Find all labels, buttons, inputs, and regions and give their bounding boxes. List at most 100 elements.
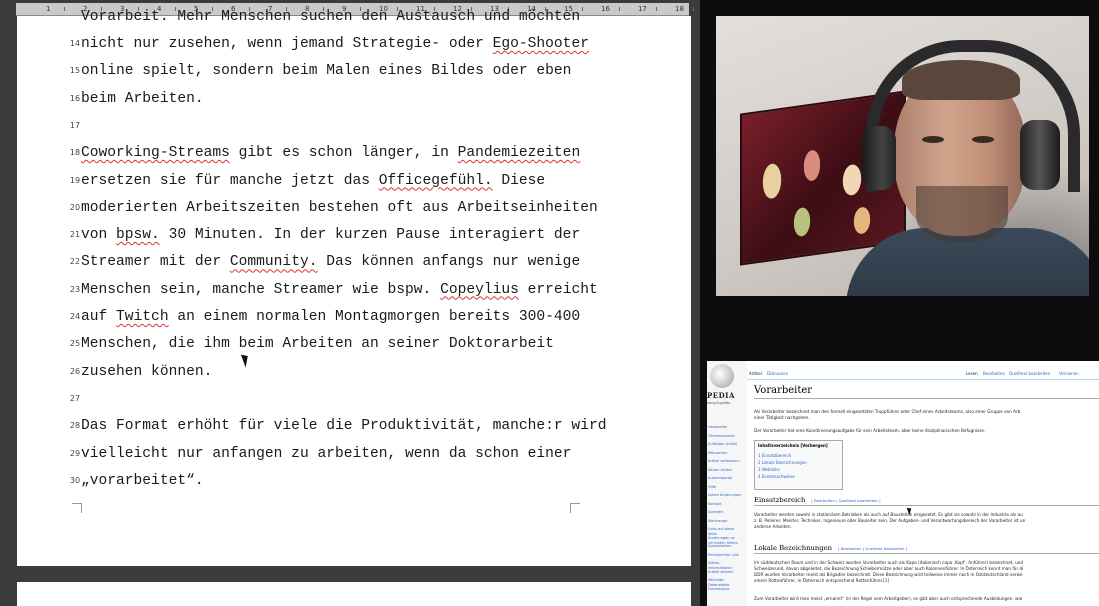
- text-segment: „vorarbeitet“.: [81, 472, 204, 489]
- text-segment: Diese: [492, 172, 546, 189]
- article-intro-cont: einer Tätigkeit nachgehen.: [754, 415, 810, 420]
- document-line[interactable]: 30 „vorarbeitet“.: [17, 471, 691, 491]
- line-text: vielleicht nur anfangen zu arbeiten, wen…: [81, 444, 571, 464]
- text-segment: moderierten Arbeitszeiten bestehen oft a…: [81, 199, 598, 216]
- text-segment: zusehen können.: [81, 363, 213, 380]
- text-segment: Menschen, die ihm beim Arbeiten an seine…: [81, 336, 554, 353]
- line-number: 27: [69, 393, 81, 403]
- document-line[interactable]: 27: [17, 389, 691, 409]
- tab-artikel[interactable]: Artikel: [749, 371, 762, 376]
- heading-text: Einsatzbereich: [754, 496, 806, 504]
- text-segment: ersetzen sie für manche jetzt das: [81, 172, 379, 189]
- section-text: anderen Arbeiten.: [754, 524, 792, 529]
- sidebar-link[interactable]: Zufälliger Artikel: [708, 442, 744, 447]
- wikipedia-globe-icon[interactable]: [710, 364, 734, 388]
- line-text: auf Twitch an einem normalen Montagmorge…: [81, 307, 580, 327]
- text-segment: Menschen sein, manche Streamer wie bspw.: [81, 281, 441, 298]
- line-text: Menschen, die ihm beim Arbeiten an seine…: [81, 334, 554, 354]
- ruler-tick: [582, 7, 583, 11]
- sidebar-link[interactable]: Artikel verbessern: [708, 459, 744, 464]
- text-segment: nicht nur zusehen, wenn jemand Strategie…: [81, 36, 493, 52]
- spellcheck-word: Coworking-Streams: [81, 145, 230, 162]
- sidebar-link[interactable]: Werkzeuge: [708, 519, 744, 524]
- edit-link[interactable]: [ Bearbeiten | Quelltext bearbeiten ]: [811, 498, 880, 503]
- sidebar-link[interactable]: Hauptseite: [708, 425, 744, 430]
- document-line[interactable]: 25 Menschen, die ihm beim Arbeiten an sei…: [17, 334, 691, 354]
- toc-item[interactable]: 3 Weblinks: [758, 467, 780, 472]
- ruler-tick: [619, 7, 620, 11]
- toc-item[interactable]: 4 Einzelnachweise: [758, 474, 795, 479]
- tab-versionen[interactable]: Versionen: [1059, 371, 1079, 376]
- text-segment: von: [81, 227, 117, 244]
- sidebar-link[interactable]: Kontakt: [708, 502, 744, 507]
- sidebar-link[interactable]: Autorenportal: [708, 476, 744, 481]
- sidebar-link[interactable]: Themenportale: [708, 434, 744, 439]
- document-line[interactable]: 19 ersetzen sie für manche jetzt das Offi…: [17, 171, 691, 191]
- document-line[interactable]: 26 zusehen können.: [17, 362, 691, 382]
- document-line[interactable]: 14 nicht nur zusehen, wenn jemand Strateg…: [17, 34, 691, 54]
- line-text: „vorarbeitet“.: [81, 471, 204, 491]
- text-segment: erreicht: [518, 281, 598, 298]
- text-segment: an einem normalen Montagmorgen bereits 3…: [168, 309, 581, 325]
- wikipedia-tabs: Artikel Diskussion Lesen Bearbeiten Quel…: [747, 369, 1099, 380]
- line-text: von bpsw. 30 Minuten. In der kurzen Paus…: [81, 225, 580, 245]
- document-line[interactable]: 23 Menschen sein, manche Streamer wie bsp…: [17, 280, 691, 300]
- spellcheck-word: Ego-Shooter: [492, 36, 589, 52]
- page-margin-corner-right: [570, 503, 580, 513]
- article-intro-2: Der Vorarbeiter hat eine Koordinierungsa…: [754, 428, 986, 433]
- toc-item[interactable]: 2 Lokale Bezeichnungen: [758, 460, 807, 465]
- tab-diskussion[interactable]: Diskussion: [767, 371, 788, 376]
- line-text: nicht nur zusehen, wenn jemand Strategie…: [81, 34, 589, 54]
- text-segment: Das Format erhöht für viele die Produkti…: [81, 418, 607, 435]
- wikipedia-logo-text: PEDIA: [707, 391, 735, 400]
- line-text: Das Format erhöht für viele die Produkti…: [81, 416, 606, 436]
- document-line[interactable]: 22 Streamer mit der Community. Das können…: [17, 252, 691, 272]
- sidebar-link[interactable]: Letzte Änderungen: [708, 493, 744, 498]
- line-text: Coworking-Streams gibt es schon länger, …: [81, 143, 580, 163]
- toc-item[interactable]: 1 Einsatzbereich: [758, 453, 791, 458]
- document-page[interactable]: Vorarbeit. Mehr Menschen suchen den Aust…: [17, 9, 691, 566]
- webcam-person-beard: [916, 186, 1008, 242]
- sidebar-link[interactable]: Druckexport: [708, 587, 744, 592]
- sidebar-link[interactable]: Neuen Artikel: [708, 468, 744, 473]
- sidebar-link[interactable]: Spenden: [708, 510, 744, 515]
- line-text: moderierten Arbeitszeiten bestehen oft a…: [81, 198, 598, 218]
- sidebar-link[interactable]: Permanenter Link: [708, 553, 744, 558]
- headphone-cup-left: [862, 126, 896, 190]
- toc-title[interactable]: Inhaltsverzeichnis [Verbergen]: [758, 443, 828, 448]
- sidebar-link[interactable]: Mitmachen: [708, 451, 744, 456]
- line-text: Menschen sein, manche Streamer wie bspw.…: [81, 280, 598, 300]
- section-text: einem Rottenführer, in Österreich entspr…: [754, 578, 890, 583]
- document-page-next[interactable]: [17, 582, 691, 606]
- line-text: beim Arbeiten.: [81, 89, 204, 109]
- tab-bearbeiten[interactable]: Bearbeiten: [983, 371, 1005, 376]
- tab-lesen[interactable]: Lesen: [966, 371, 978, 376]
- document-line[interactable]: 21 von bpsw. 30 Minuten. In der kurzen Pa…: [17, 225, 691, 245]
- document-line[interactable]: 20 moderierten Arbeitszeiten bestehen oft…: [17, 198, 691, 218]
- spellcheck-word: Twitch: [116, 309, 169, 325]
- document-line[interactable]: 18 Coworking-Streams gibt es schon länger…: [17, 143, 691, 163]
- spellcheck-word: Pandemiezeiten: [457, 145, 581, 162]
- tab-quelltext[interactable]: Quelltext bearbeiten: [1009, 371, 1050, 376]
- sidebar-link[interactable]: Spezialseiten: [708, 544, 744, 549]
- wikipedia-logo-sub: encyclopedia: [707, 401, 731, 405]
- ruler-tick: [693, 7, 694, 11]
- document-line-partial: Vorarbeit. Mehr Menschen suchen den Aust…: [17, 9, 691, 36]
- ruler-tick: [64, 7, 65, 11]
- document-line[interactable]: 17: [17, 116, 691, 136]
- sidebar-link[interactable]: Artikel zitieren: [708, 570, 744, 575]
- document-line[interactable]: 16 beim Arbeiten.: [17, 89, 691, 109]
- page-margin-corner-left: [72, 503, 82, 513]
- document-line[interactable]: 28 Das Format erhöht für viele die Produk…: [17, 416, 691, 436]
- sidebar-link[interactable]: Hilfe: [708, 485, 744, 490]
- document-line[interactable]: 15 online spielt, sondern beim Malen eine…: [17, 61, 691, 81]
- text-segment: online spielt, sondern beim Malen eines …: [81, 63, 572, 80]
- document-line[interactable]: 24 auf Twitch an einem normalen Montagmor…: [17, 307, 691, 327]
- section-text: Zum Vorarbeiter wird man meist „ernannt“…: [754, 596, 1023, 601]
- webcam-video: [716, 16, 1089, 296]
- ruler-number: 18: [675, 5, 684, 13]
- edit-link[interactable]: [ Bearbeiten | Quelltext bearbeiten ]: [838, 546, 907, 551]
- wikipedia-window: PEDIA encyclopedia Hauptseite Themenporta…: [707, 361, 1099, 606]
- document-line[interactable]: 29 vielleicht nur anfangen zu arbeiten, w…: [17, 444, 691, 464]
- section-heading-einsatzbereich: Einsatzbereich [ Bearbeiten | Quelltext b…: [754, 496, 1099, 506]
